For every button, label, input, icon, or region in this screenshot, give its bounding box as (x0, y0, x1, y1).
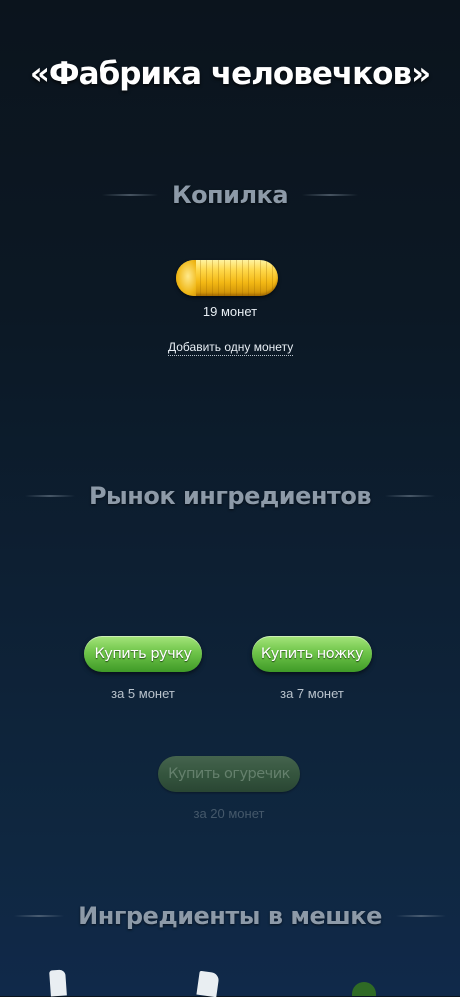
piggy-bank-heading-label: Копилка (171, 181, 289, 209)
leg-price-label: за 7 монет (280, 686, 344, 701)
buy-leg-button[interactable]: Купить ножку (252, 636, 372, 672)
heading-rule-left (101, 194, 158, 196)
coin-face (176, 260, 196, 296)
buy-arm-button[interactable]: Купить ручку (84, 636, 202, 672)
heading-rule-right (385, 495, 436, 497)
heading-rule-right (395, 915, 446, 917)
heading-rule-left (14, 915, 65, 917)
arm-price-label: за 5 монет (111, 686, 175, 701)
heading-rule-left (24, 495, 75, 497)
page-title: «Фабрика человечков» (29, 56, 431, 92)
bag-heading: Ингредиенты в мешке (0, 898, 460, 934)
coin-count-label: 19 монет (202, 304, 258, 319)
market-heading: Рынок ингредиентов (0, 478, 460, 514)
cucumber-ingredient-icon (352, 982, 376, 996)
arm-ingredient-icon (49, 969, 67, 997)
add-coin-link[interactable]: Добавить одну монету (168, 340, 294, 356)
piggy-bank-heading: Копилка (0, 178, 460, 212)
heading-rule-right (302, 194, 359, 196)
cucumber-price-label: за 20 монет (193, 806, 265, 821)
market-heading-label: Рынок ингредиентов (88, 482, 372, 510)
buy-cucumber-button[interactable]: Купить огуречик (158, 756, 300, 792)
bag-heading-label: Ингредиенты в мешке (78, 902, 382, 930)
coin-stack-icon (176, 260, 278, 296)
leg-ingredient-icon (196, 970, 220, 997)
